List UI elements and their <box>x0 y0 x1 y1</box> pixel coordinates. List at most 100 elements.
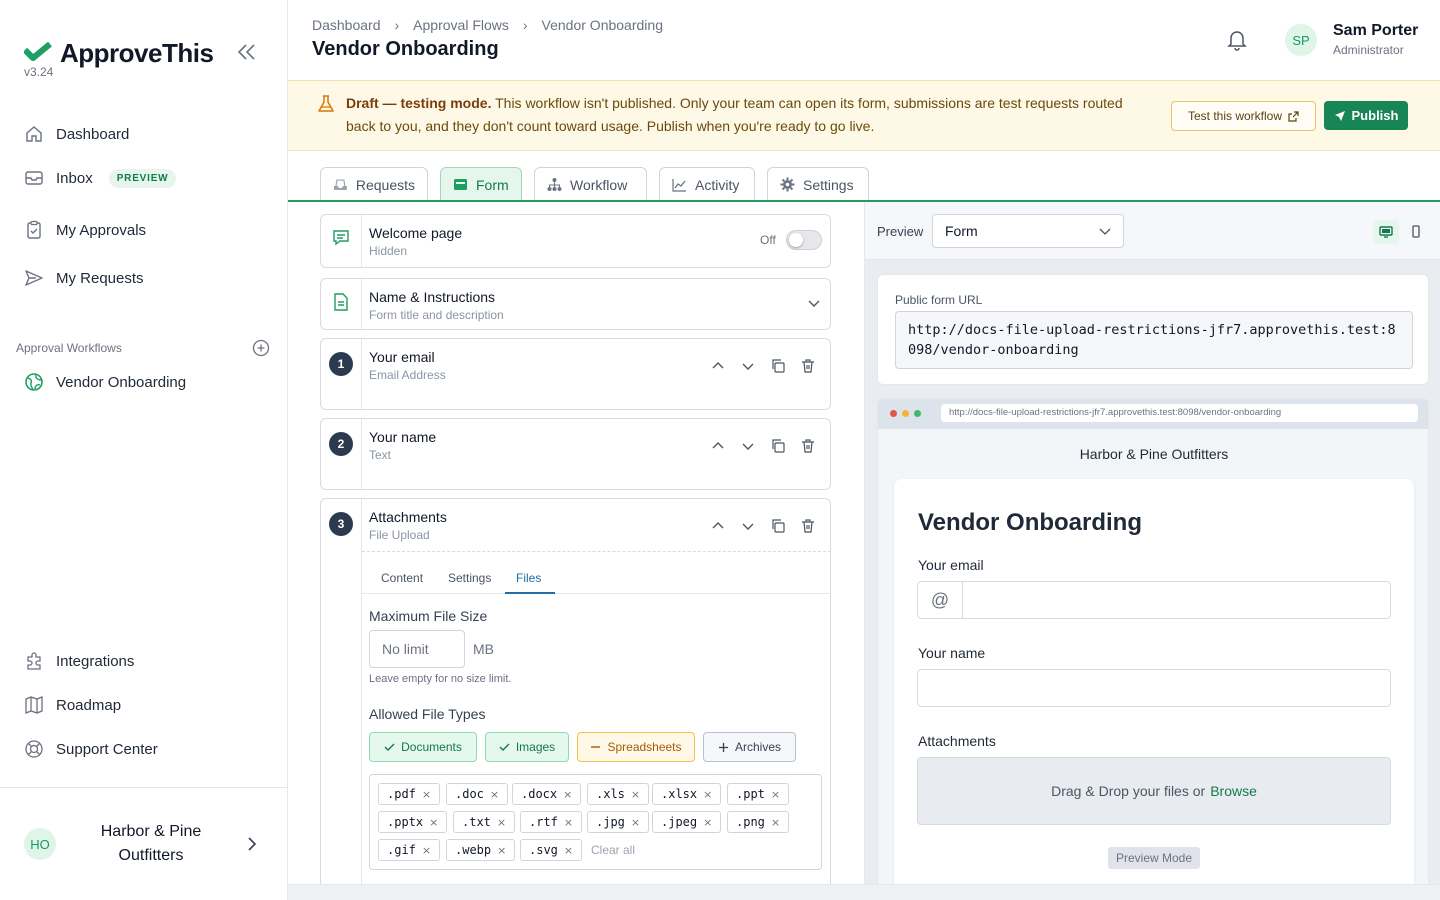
nav-integrations-label: Integrations <box>56 652 135 670</box>
extension-tag[interactable]: .jpeg × <box>652 811 722 833</box>
remove-tag-icon[interactable]: × <box>497 844 506 857</box>
move-up-button[interactable] <box>710 518 726 534</box>
email-input[interactable]: @ <box>917 581 1391 619</box>
extension-tag[interactable]: .webp × <box>446 839 516 861</box>
type-chip-documents[interactable]: Documents <box>369 732 477 762</box>
publish-button[interactable]: Publish <box>1324 101 1408 130</box>
collapse-sidebar-button[interactable] <box>236 42 258 62</box>
extension-tag[interactable]: .docx × <box>512 783 582 805</box>
tab-workflow[interactable]: Workflow <box>534 167 647 201</box>
welcome-page-card[interactable]: Welcome page Hidden Off <box>320 214 831 268</box>
browse-link[interactable]: Browse <box>1210 783 1257 799</box>
remove-tag-icon[interactable]: × <box>564 844 573 857</box>
move-down-button[interactable] <box>740 518 756 534</box>
subtab-content[interactable]: Content <box>381 571 423 585</box>
remove-tag-icon[interactable]: × <box>422 844 431 857</box>
extension-tag[interactable]: .png × <box>727 811 790 833</box>
move-up-button[interactable] <box>710 358 726 374</box>
extension-tag[interactable]: .doc × <box>446 783 509 805</box>
extension-tag[interactable]: .pdf × <box>378 783 441 805</box>
remove-tag-icon[interactable]: × <box>703 788 712 801</box>
field-number: 1 <box>329 352 353 376</box>
nav-my-approvals[interactable]: My Approvals <box>24 220 146 240</box>
tab-form-label: Form <box>476 176 509 193</box>
remove-tag-icon[interactable]: × <box>564 816 573 829</box>
nav-integrations[interactable]: Integrations <box>24 651 134 671</box>
nav-dashboard-label: Dashboard <box>56 125 130 143</box>
move-up-button[interactable] <box>710 438 726 454</box>
breadcrumb-dashboard[interactable]: Dashboard <box>312 17 381 33</box>
move-down-button[interactable] <box>740 358 756 374</box>
preview-mode-select[interactable]: Form <box>932 214 1124 248</box>
extension-tag[interactable]: .pptx × <box>378 811 448 833</box>
remove-tag-icon[interactable]: × <box>771 816 780 829</box>
remove-tag-icon[interactable]: × <box>631 788 640 801</box>
nav-support-center[interactable]: Support Center <box>24 739 158 759</box>
public-url-field[interactable]: http://docs-file-upload-restrictions-jfr… <box>895 311 1413 369</box>
name-instructions-card[interactable]: Name & Instructions Form title and descr… <box>320 278 831 330</box>
org-avatar: HO <box>24 828 56 860</box>
workflow-vendor-onboarding[interactable]: Vendor Onboarding <box>24 372 186 392</box>
type-chip-spreadsheets[interactable]: Spreadsheets <box>577 732 695 762</box>
remove-tag-icon[interactable]: × <box>490 788 499 801</box>
desktop-view-button[interactable] <box>1373 220 1399 244</box>
check-icon <box>499 743 510 751</box>
name-input[interactable] <box>917 669 1391 707</box>
remove-tag-icon[interactable]: × <box>631 816 640 829</box>
remove-tag-icon[interactable]: × <box>563 788 572 801</box>
extension-tag[interactable]: .rtf × <box>520 811 583 833</box>
remove-tag-icon[interactable]: × <box>703 816 712 829</box>
test-workflow-button[interactable]: Test this workflow <box>1171 101 1316 131</box>
field-card-attachments[interactable]: 3 Attachments File Upload Content Settin… <box>320 498 831 884</box>
remove-tag-icon[interactable]: × <box>422 788 431 801</box>
welcome-page-toggle[interactable] <box>786 230 822 250</box>
field-card-email[interactable]: 1 Your email Email Address <box>320 338 831 410</box>
user-avatar[interactable]: SP <box>1285 24 1317 56</box>
extension-tag[interactable]: .ppt × <box>727 783 790 805</box>
extension-tag[interactable]: .txt × <box>453 811 516 833</box>
nav-dashboard[interactable]: Dashboard <box>24 124 129 144</box>
field-card-name[interactable]: 2 Your name Text <box>320 418 831 490</box>
duplicate-button[interactable] <box>770 358 786 374</box>
delete-button[interactable] <box>800 358 816 374</box>
duplicate-button[interactable] <box>770 518 786 534</box>
chevron-down-icon[interactable] <box>808 299 820 309</box>
extension-tag[interactable]: .gif × <box>378 839 441 861</box>
add-workflow-button[interactable] <box>252 339 270 357</box>
extension-tag[interactable]: .xlsx × <box>652 783 722 805</box>
tab-requests[interactable]: Requests <box>320 167 428 201</box>
file-dropzone[interactable]: Drag & Drop your files or Browse <box>917 757 1391 825</box>
plus-circle-icon <box>252 339 270 357</box>
bell-icon <box>1227 31 1247 51</box>
notifications-button[interactable] <box>1226 28 1248 52</box>
extension-tag[interactable]: .jpg × <box>587 811 650 833</box>
organization-switcher[interactable]: HO Harbor & Pine Outfitters <box>24 820 264 868</box>
type-chip-images[interactable]: Images <box>485 732 569 762</box>
tab-settings[interactable]: Settings <box>767 167 869 201</box>
name-instructions-subtitle: Form title and description <box>369 308 504 322</box>
remove-tag-icon[interactable]: × <box>497 816 506 829</box>
extension-tag[interactable]: .xls × <box>587 783 650 805</box>
delete-button[interactable] <box>800 518 816 534</box>
nav-my-requests[interactable]: My Requests <box>24 268 144 288</box>
public-url-card: Public form URL http://docs-file-upload-… <box>877 274 1429 385</box>
nav-inbox[interactable]: Inbox PREVIEW <box>24 168 177 188</box>
tab-activity[interactable]: Activity <box>659 167 755 201</box>
clear-all-button[interactable]: Clear all <box>591 843 635 857</box>
extension-tag[interactable]: .svg × <box>520 839 583 861</box>
nav-roadmap[interactable]: Roadmap <box>24 695 121 715</box>
remove-tag-icon[interactable]: × <box>771 788 780 801</box>
breadcrumb-approval-flows[interactable]: Approval Flows <box>413 17 509 33</box>
tab-form[interactable]: Form <box>440 167 522 201</box>
duplicate-button[interactable] <box>770 438 786 454</box>
double-chevron-left-icon <box>237 44 255 60</box>
extension-tag-list[interactable]: .pdf × .doc × .docx × .xls × .xlsx × .ppt × .p… <box>369 774 822 870</box>
subtab-settings[interactable]: Settings <box>448 571 491 585</box>
subtab-files[interactable]: Files <box>516 571 541 585</box>
delete-button[interactable] <box>800 438 816 454</box>
move-down-button[interactable] <box>740 438 756 454</box>
remove-tag-icon[interactable]: × <box>429 816 438 829</box>
max-file-size-input[interactable]: No limit <box>369 630 465 668</box>
mobile-view-button[interactable] <box>1403 220 1429 244</box>
type-chip-archives[interactable]: Archives <box>703 732 796 762</box>
